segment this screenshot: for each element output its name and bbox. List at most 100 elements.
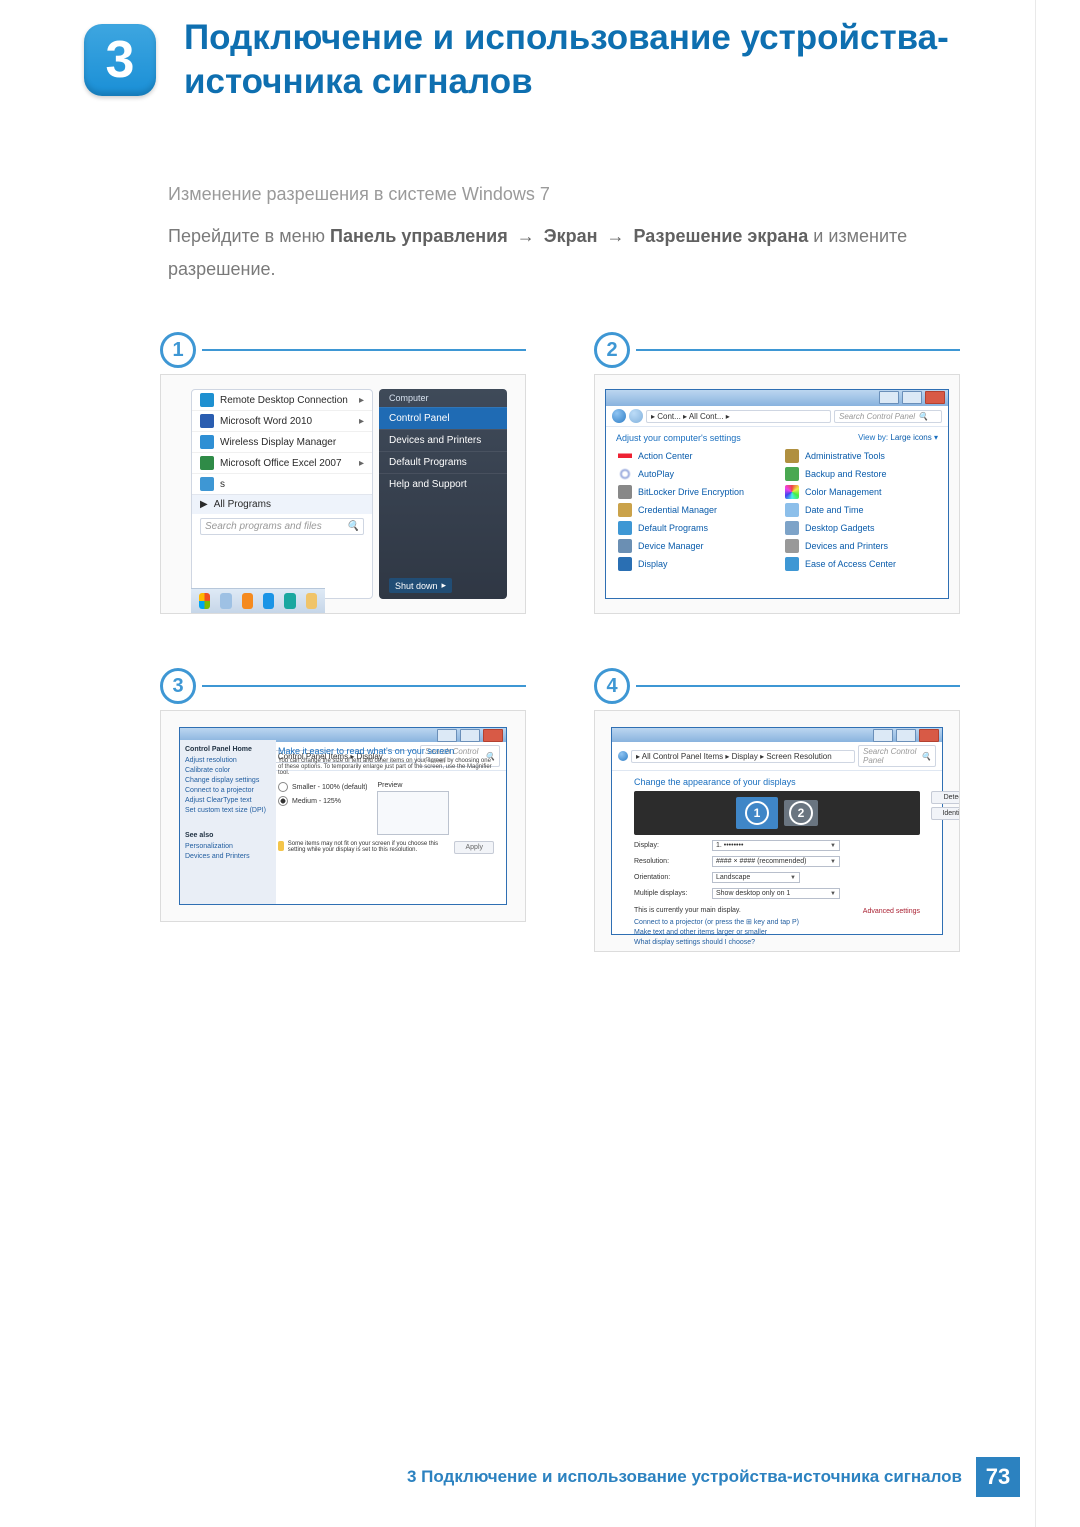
start-menu-item[interactable]: Wireless Display Manager xyxy=(192,432,372,453)
display-select[interactable]: 1. ••••••••▼ xyxy=(712,840,840,851)
search-input[interactable]: Search Control Panel🔍 xyxy=(858,745,936,767)
start-menu-item[interactable]: Remote Desktop Connection ▸ xyxy=(192,390,372,411)
right-header: Computer xyxy=(379,389,507,407)
sidebar-link[interactable]: Personalization xyxy=(185,843,271,850)
start-right-item[interactable]: Control Panel xyxy=(379,407,507,429)
minimize-button[interactable] xyxy=(873,729,893,742)
shutdown-button[interactable]: Shut down ▸ xyxy=(389,578,452,593)
resolution-select[interactable]: #### × #### (recommended)▼ xyxy=(712,856,840,867)
printer-icon xyxy=(785,539,799,553)
view-by[interactable]: View by: Large icons ▾ xyxy=(858,433,938,443)
multi-select[interactable]: Show desktop only on 1▼ xyxy=(712,888,840,899)
monitor-2[interactable]: 2 xyxy=(784,800,818,826)
cp-item[interactable]: Date and Time xyxy=(785,503,936,517)
identify-button[interactable]: Identify xyxy=(931,807,960,820)
label: Resolution: xyxy=(634,858,704,865)
cp-item[interactable]: BitLocker Drive Encryption xyxy=(618,485,769,499)
cp-item[interactable]: Device Manager xyxy=(618,539,769,553)
callout-bar: 4 xyxy=(594,668,960,704)
maximize-button[interactable] xyxy=(896,729,916,742)
close-button[interactable] xyxy=(483,729,503,742)
orientation-select[interactable]: Landscape▼ xyxy=(712,872,800,883)
radio-option[interactable]: Smaller - 100% (default) xyxy=(278,782,367,792)
larger-link[interactable]: Make text and other items larger or smal… xyxy=(634,929,920,936)
sidebar-link[interactable]: Adjust resolution xyxy=(185,757,271,764)
instruction: Перейдите в меню Панель управления → Экр… xyxy=(168,220,980,285)
start-button-icon[interactable] xyxy=(199,593,210,609)
flag-icon xyxy=(618,449,632,463)
monitor-1[interactable]: 1 xyxy=(736,797,778,829)
warning-icon xyxy=(278,841,284,851)
breadcrumb[interactable]: ▸ Cont... ▸ All Cont... ▸ xyxy=(646,410,831,423)
sidebar-link[interactable]: Adjust ClearType text xyxy=(185,797,271,804)
minimize-button[interactable] xyxy=(437,729,457,742)
taskbar-pin[interactable] xyxy=(284,593,295,609)
cp-item[interactable]: Default Programs xyxy=(618,521,769,535)
breadcrumb[interactable]: ▸ All Control Panel Items ▸ Display ▸ Sc… xyxy=(631,750,855,763)
advanced-link[interactable]: Advanced settings xyxy=(863,908,920,915)
sidebar-link[interactable]: Calibrate color xyxy=(185,767,271,774)
cp-item[interactable]: AutoPlay xyxy=(618,467,769,481)
arrow-icon: → xyxy=(513,226,539,246)
which-link[interactable]: What display settings should I choose? xyxy=(634,939,920,946)
all-programs[interactable]: ▶ All Programs xyxy=(192,495,372,514)
cp-item[interactable]: Display xyxy=(618,557,769,571)
sidebar-link[interactable]: Connect to a projector xyxy=(185,787,271,794)
grid-row: 1 Remote Desktop Connection ▸ Microsof xyxy=(160,332,960,614)
taskbar-pin[interactable] xyxy=(306,593,317,609)
close-button[interactable] xyxy=(919,729,939,742)
taskbar-pin[interactable] xyxy=(220,593,231,609)
autoplay-icon xyxy=(618,467,632,481)
start-menu-item[interactable]: Microsoft Office Excel 2007 ▸ xyxy=(192,453,372,474)
cp-item[interactable]: Devices and Printers xyxy=(785,539,936,553)
control-panel-window: ▸ Cont... ▸ All Cont... ▸ Search Control… xyxy=(605,389,949,599)
start-right-item[interactable]: Default Programs xyxy=(379,451,507,473)
cp-item[interactable]: Desktop Gadgets xyxy=(785,521,936,535)
detect-button[interactable]: Detect xyxy=(931,791,960,804)
cp-item[interactable]: Backup and Restore xyxy=(785,467,936,481)
heading: Adjust your computer's settings xyxy=(616,433,741,443)
triangle-icon: ▶ xyxy=(200,499,208,510)
sidebar-link[interactable]: Devices and Printers xyxy=(185,853,271,860)
page: 3 Подключение и использование устройства… xyxy=(0,0,1080,1527)
maximize-button[interactable] xyxy=(902,391,922,404)
cp-item[interactable]: Credential Manager xyxy=(618,503,769,517)
monitor-area[interactable]: 1 2 xyxy=(634,791,920,835)
radio-group: Smaller - 100% (default) Medium - 125% xyxy=(278,782,367,810)
label: Color Management xyxy=(805,487,882,497)
nav-fwd-icon[interactable] xyxy=(629,409,643,423)
minimize-button[interactable] xyxy=(879,391,899,404)
label: Microsoft Office Excel 2007 xyxy=(220,458,342,469)
label: Multiple displays: xyxy=(634,890,704,897)
taskbar-pin[interactable] xyxy=(242,593,253,609)
label: Administrative Tools xyxy=(805,451,885,461)
chapter-title: Подключение и использование устройства- … xyxy=(184,16,1020,104)
start-right-item[interactable]: Devices and Printers xyxy=(379,429,507,451)
heading: Change the appearance of your displays xyxy=(634,777,920,787)
label: BitLocker Drive Encryption xyxy=(638,487,744,497)
cp-item[interactable]: Administrative Tools xyxy=(785,449,936,463)
field-display: Display: 1. ••••••••▼ xyxy=(634,840,920,851)
lock-icon xyxy=(618,485,632,499)
start-right-item[interactable]: Help and Support xyxy=(379,473,507,495)
close-button[interactable] xyxy=(925,391,945,404)
sidebar-link[interactable]: Set custom text size (DPI) xyxy=(185,807,271,814)
nav-back-icon[interactable] xyxy=(612,409,626,423)
chevron-down-icon: ▼ xyxy=(830,891,836,897)
cp-item[interactable]: Ease of Access Center xyxy=(785,557,936,571)
cp-item[interactable]: Action Center xyxy=(618,449,769,463)
taskbar xyxy=(191,588,325,613)
apply-button[interactable]: Apply xyxy=(454,841,494,854)
start-menu-search[interactable]: Search programs and files 🔍 xyxy=(200,518,364,535)
maximize-button[interactable] xyxy=(460,729,480,742)
nav-back-icon[interactable] xyxy=(618,751,628,761)
projector-link[interactable]: Connect to a projector (or press the ⊞ k… xyxy=(634,918,920,926)
start-menu-item[interactable]: s xyxy=(192,474,372,495)
taskbar-pin[interactable] xyxy=(263,593,274,609)
radio-option[interactable]: Medium - 125% xyxy=(278,796,367,806)
label: Smaller - 100% (default) xyxy=(292,784,367,791)
start-menu-item[interactable]: Microsoft Word 2010 ▸ xyxy=(192,411,372,432)
cp-item[interactable]: Color Management xyxy=(785,485,936,499)
sidebar-link[interactable]: Change display settings xyxy=(185,777,271,784)
search-input[interactable]: Search Control Panel 🔍 xyxy=(834,410,942,423)
